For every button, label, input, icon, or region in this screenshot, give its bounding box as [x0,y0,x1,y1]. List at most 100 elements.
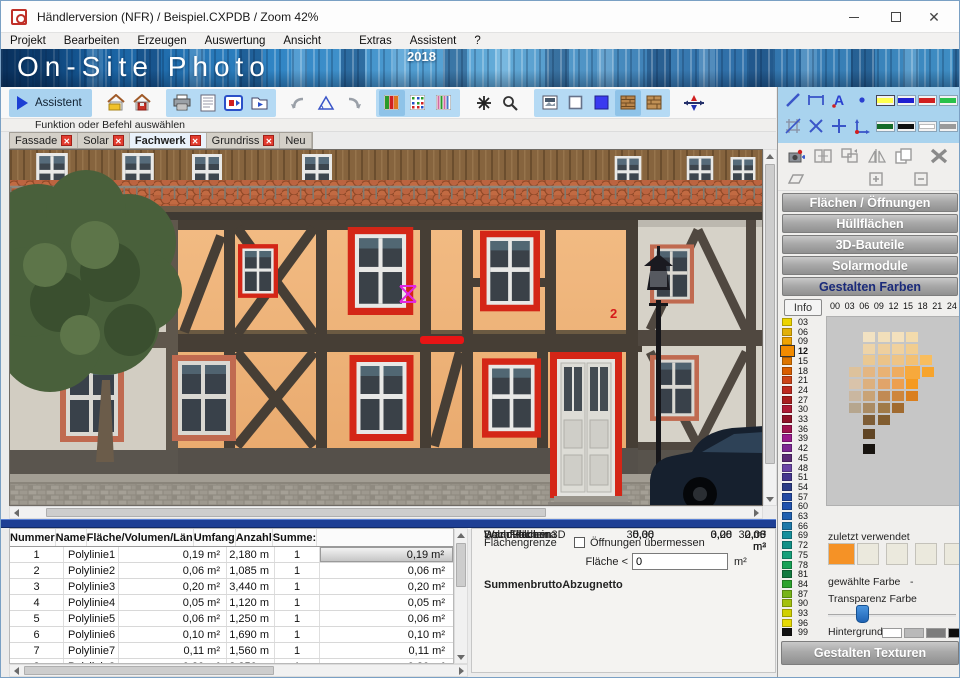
background-color-swatch[interactable] [882,628,902,638]
line-tool[interactable] [782,88,805,112]
hue-row[interactable]: 66 [782,521,808,531]
texture-b-button[interactable] [641,90,667,116]
shade-swatch[interactable] [906,379,918,389]
cell-umfang[interactable]: 3,440 m [227,579,275,594]
scroll-right-icon[interactable] [754,509,759,517]
shade-swatch[interactable] [878,367,890,377]
cell-anzahl[interactable]: 1 [275,611,320,626]
hue-swatch[interactable] [782,405,792,413]
shade-swatch[interactable] [905,366,920,379]
table-header-cell[interactable]: Fläche/Volumen/Län [87,529,194,546]
recent-color-swatch[interactable] [828,543,855,565]
hue-row[interactable]: 87 [782,589,808,599]
line-color-darkgreen[interactable] [876,121,895,132]
hue-swatch[interactable] [782,502,792,510]
hue-swatch[interactable] [782,609,792,617]
table-row[interactable]: 3 Polylinie3 0,20 m² 3,440 m 1 0,20 m² [10,579,453,595]
star-button[interactable] [471,90,497,116]
cell-name[interactable]: Polylinie2 [64,563,119,578]
hue-swatch[interactable] [782,434,792,442]
hue-swatch[interactable] [782,376,792,384]
snap-tool[interactable] [782,114,805,138]
transparency-slider-thumb[interactable] [856,605,869,623]
hue-swatch[interactable] [782,580,792,588]
crosshair-tool[interactable] [828,114,851,138]
table-row[interactable]: 1 Polylinie1 0,19 m² 2,180 m 1 0,19 m² [10,547,453,563]
tab[interactable]: Neu ✕ [280,133,311,148]
flaeche-input[interactable] [632,553,728,570]
hue-row[interactable]: 51 [782,472,808,482]
hue-swatch[interactable] [782,396,792,404]
cell-summe[interactable]: 0,06 m² [320,563,453,578]
textures-button[interactable]: Gestalten Texturen [781,641,959,665]
cell-nummer[interactable]: 2 [10,563,64,578]
cell-name[interactable]: Polylinie6 [64,627,119,642]
point-tool[interactable] [851,88,874,112]
cell-flaeche[interactable]: 0,06 m² [119,611,227,626]
text-tool[interactable]: A [828,88,851,112]
texture-a-button[interactable] [615,90,641,116]
table-header-cell[interactable]: Umfang [194,529,236,546]
table-scroll-up-icon[interactable] [457,533,465,538]
hue-swatch[interactable] [782,628,792,636]
photo-vscrollbar[interactable] [763,149,777,506]
hue-swatch[interactable] [782,570,792,578]
cell-umfang[interactable]: 2,180 m [227,547,275,562]
category-button[interactable]: Hüllflächen [782,214,958,233]
copy-tool[interactable] [890,144,917,168]
mirror-tool[interactable] [863,144,890,168]
hue-swatch[interactable] [782,531,792,539]
cell-anzahl[interactable]: 1 [275,627,320,642]
cell-summe[interactable]: 0,06 m² [320,611,453,626]
shade-swatch[interactable] [863,403,875,413]
hue-row[interactable]: 72 [782,540,808,550]
hue-row[interactable]: 33 [782,414,808,424]
hue-row[interactable]: 81 [782,569,808,579]
redo-button[interactable] [339,90,365,116]
undo-button[interactable] [287,90,313,116]
hue-row[interactable]: 96 [782,618,808,628]
angle-button[interactable] [313,90,339,116]
line-color-green[interactable] [939,95,958,106]
hue-swatch[interactable] [782,493,792,501]
pattern-dots-button[interactable] [405,90,431,116]
hue-swatch[interactable] [782,541,792,549]
shade-swatch[interactable] [892,332,904,342]
cell-umfang[interactable]: 1,250 m [227,611,275,626]
background-color-swatch[interactable] [904,628,924,638]
tab-close-icon[interactable]: ✕ [190,135,201,146]
tab-close-icon[interactable]: ✕ [263,135,274,146]
photo-vscroll-thumb[interactable] [765,164,775,464]
shade-swatch[interactable] [922,367,934,377]
menu-item[interactable]: Assistent [401,35,466,47]
cell-flaeche[interactable]: 0,19 m² [119,547,227,562]
shade-swatch[interactable] [878,355,890,365]
shade-swatch[interactable] [906,344,918,354]
line-color-black[interactable] [897,121,916,132]
pattern-bars-button[interactable] [379,90,405,116]
hue-swatch[interactable] [782,454,792,462]
shade-swatch[interactable] [920,355,932,365]
shade-swatch[interactable] [892,391,904,401]
shade-swatch[interactable] [878,344,890,354]
line-color-yellow[interactable] [876,95,895,106]
scroll-up-icon[interactable] [766,154,774,159]
shade-swatch[interactable] [892,403,904,413]
table-hscroll-thumb[interactable] [24,666,274,675]
shade-swatch[interactable] [849,391,861,401]
shade-swatch[interactable] [849,367,861,377]
red-measure-marker[interactable] [420,336,464,344]
cell-summe[interactable]: 0,20 m² [320,579,453,594]
table-header-cell[interactable]: Name [56,529,87,546]
cell-umfang[interactable]: 1,085 m [227,563,275,578]
tab[interactable]: Fachwerk ✕ [130,133,207,148]
scroll-down-icon[interactable] [766,497,774,502]
report-button[interactable] [195,90,221,116]
cell-name[interactable]: Polylinie5 [64,611,119,626]
shade-swatch[interactable] [878,391,890,401]
cell-name[interactable]: Polylinie3 [64,579,119,594]
cell-anzahl[interactable]: 1 [275,547,320,562]
category-button[interactable]: Solarmodule [782,256,958,275]
tag-tool[interactable] [782,167,809,191]
cell-anzahl[interactable]: 1 [275,643,320,658]
